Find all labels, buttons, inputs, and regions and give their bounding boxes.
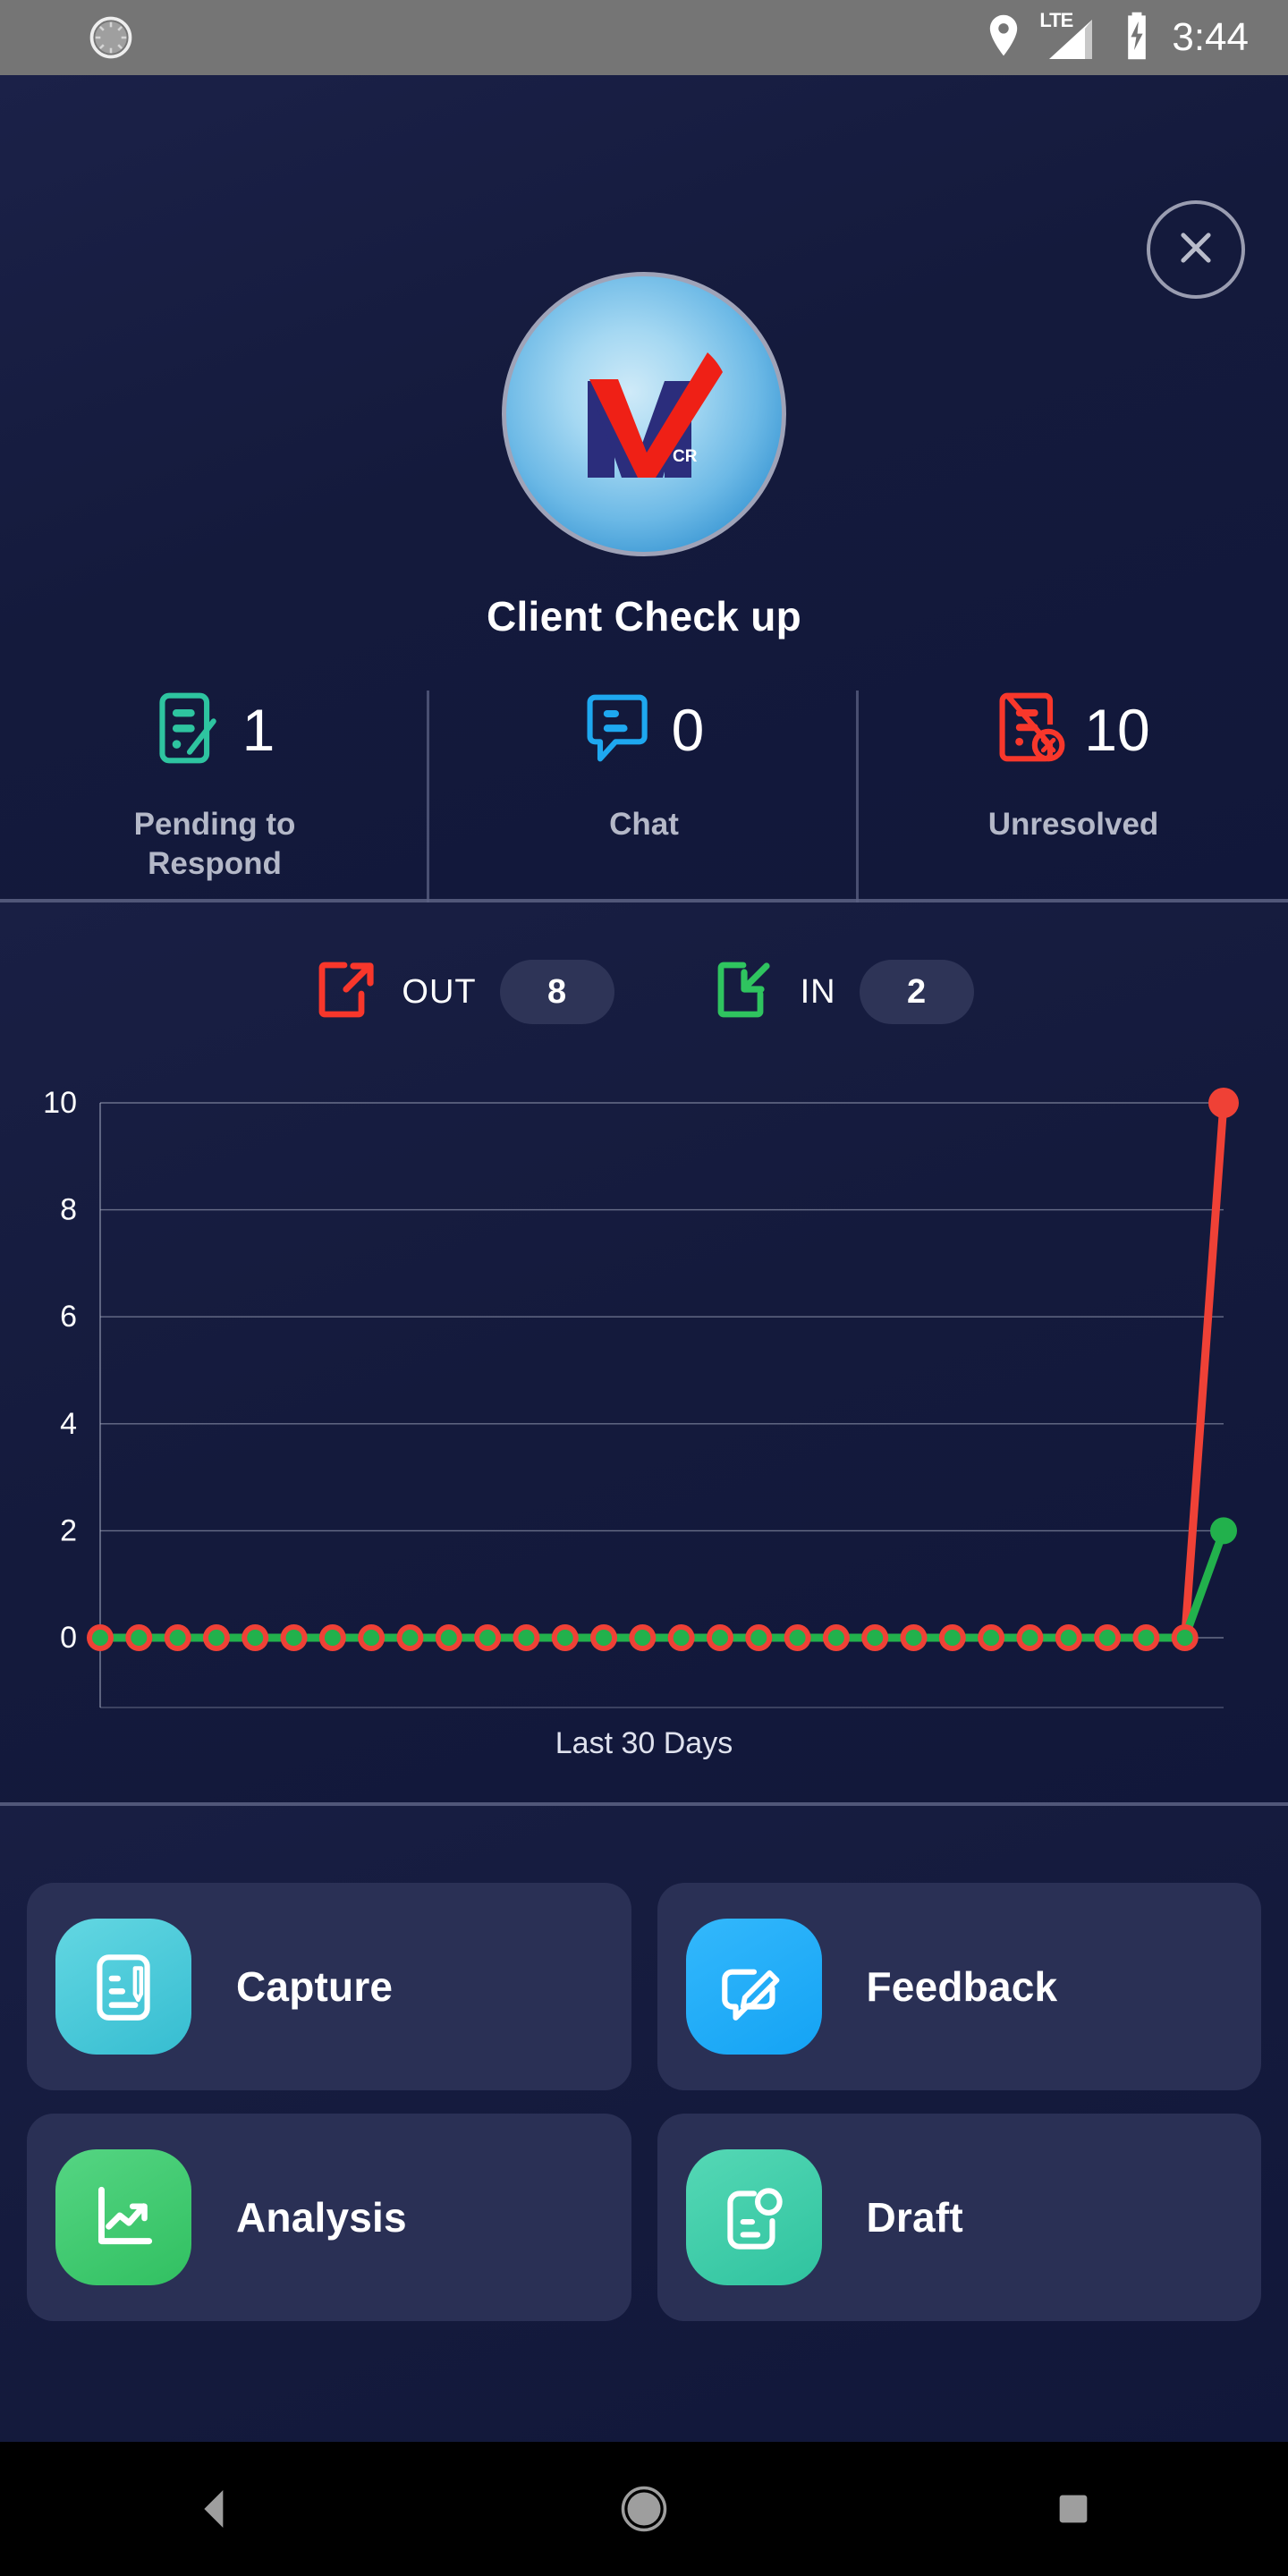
- chart-canvas: 0 2 4 6 8 10: [43, 1086, 1239, 1708]
- chart-data-point: [556, 1630, 573, 1646]
- action-card-label: Capture: [236, 1963, 394, 2010]
- traffic-summary-row: OUT 8 IN 2: [0, 943, 1288, 1041]
- y-axis-tick-label: 2: [60, 1513, 77, 1547]
- traffic-out-group[interactable]: OUT 8: [314, 958, 614, 1027]
- y-axis-tick-label: 8: [60, 1193, 77, 1227]
- traffic-in-label: IN: [800, 972, 836, 1011]
- action-card-label: Feedback: [866, 1963, 1058, 2010]
- header-panel: CR Client Check up 1 Pending to Respond …: [0, 75, 1288, 943]
- chart-data-point: [867, 1630, 884, 1646]
- stat-value-row: 0: [584, 676, 705, 784]
- y-axis-tick-label: 0: [60, 1621, 77, 1655]
- action-card-label: Draft: [866, 2194, 963, 2241]
- document-x-icon: [996, 691, 1066, 770]
- stat-label: Unresolved: [987, 807, 1159, 842]
- stat-value-row: 10: [996, 676, 1150, 784]
- chart-data-point: [518, 1630, 535, 1646]
- stat-label: Pending to Respond: [133, 807, 296, 881]
- signal-bars-icon: LTE: [1039, 9, 1102, 63]
- nav-recents-icon[interactable]: [1020, 2455, 1127, 2563]
- mcr-logo-icon: CR: [502, 272, 786, 556]
- chart-data-point: [1210, 1517, 1237, 1545]
- android-navigation-bar: [0, 2442, 1288, 2576]
- action-card-feedback[interactable]: Feedback: [657, 1883, 1261, 2090]
- sync-spinner-icon: [86, 13, 136, 63]
- chart-data-point: [92, 1630, 108, 1646]
- traffic-in-group[interactable]: IN 2: [713, 958, 974, 1027]
- action-card-label: Analysis: [236, 2194, 407, 2241]
- status-bar-right: LTE 3:44: [644, 9, 1288, 64]
- chart-data-point: [479, 1630, 496, 1646]
- nav-back-icon[interactable]: [161, 2455, 268, 2563]
- chart-data-point: [324, 1630, 341, 1646]
- page-title: Client Check up: [486, 593, 802, 640]
- chart-data-point: [673, 1630, 690, 1646]
- chart-panel: OUT 8 IN 2 0 2 4 6 8 10: [0, 902, 1288, 1802]
- y-axis-tick-label: 6: [60, 1300, 77, 1334]
- logo-sub-label: CR: [673, 447, 698, 466]
- capture-document-pencil-icon: [55, 1919, 191, 2055]
- nav-home-icon[interactable]: [590, 2455, 698, 2563]
- action-cards-grid: Capture Feedback Analysis Draft: [0, 1806, 1288, 2442]
- chart-data-point: [1208, 1088, 1239, 1118]
- document-edit-icon: [155, 691, 225, 770]
- chart-data-point: [131, 1630, 148, 1646]
- action-card-draft[interactable]: Draft: [657, 2114, 1261, 2321]
- chart-x-axis-caption: Last 30 Days: [555, 1726, 733, 1760]
- stat-value: 10: [1084, 697, 1150, 763]
- location-pin-icon: [984, 13, 1023, 63]
- stat-value: 1: [242, 697, 275, 763]
- chart-data-point: [402, 1630, 419, 1646]
- stat-value: 0: [671, 697, 705, 763]
- traffic-in-value: 2: [859, 960, 974, 1024]
- status-bar: LTE 3:44: [0, 0, 1288, 75]
- close-icon: [1173, 225, 1219, 275]
- battery-charging-icon: [1122, 12, 1152, 64]
- chart-data-point: [208, 1630, 225, 1646]
- chart-data-point: [1099, 1630, 1116, 1646]
- chart-series-line: [96, 1526, 1228, 1642]
- chat-bubble-icon: [584, 691, 654, 770]
- chart-data-point: [1138, 1630, 1155, 1646]
- chart-data-point: [905, 1630, 922, 1646]
- chart-data-point: [285, 1630, 302, 1646]
- network-type-label: LTE: [1039, 9, 1073, 31]
- chart-data-point: [789, 1630, 806, 1646]
- action-card-capture[interactable]: Capture: [27, 1883, 631, 2090]
- chart-data-point: [827, 1630, 844, 1646]
- analysis-chart-icon: [55, 2149, 191, 2285]
- draft-document-icon: [685, 2149, 822, 2285]
- chart-data-point: [363, 1630, 380, 1646]
- chart-data-point: [983, 1630, 1000, 1646]
- arrow-out-icon: [314, 958, 378, 1027]
- action-card-analysis[interactable]: Analysis: [27, 2114, 631, 2321]
- chart-data-point: [944, 1630, 961, 1646]
- chart-data-point: [1176, 1630, 1193, 1646]
- app-screen: LTE 3:44 CR Client Check up 1 Pending to…: [0, 0, 1288, 2576]
- chart-data-point: [596, 1630, 613, 1646]
- status-bar-clock: 3:44: [1172, 15, 1249, 59]
- traffic-out-label: OUT: [402, 972, 477, 1011]
- traffic-out-value: 8: [499, 960, 614, 1024]
- chart-data-point: [247, 1630, 264, 1646]
- y-axis-tick-label: 4: [60, 1407, 77, 1441]
- stat-value-row: 1: [155, 676, 275, 784]
- arrow-in-icon: [713, 958, 777, 1027]
- feedback-chat-pencil-icon: [685, 1919, 822, 2055]
- chart-series-line: [96, 1098, 1228, 1642]
- chart-data-point: [711, 1630, 728, 1646]
- y-axis-tick-label: 10: [43, 1086, 77, 1120]
- chart-data-point: [750, 1630, 767, 1646]
- stat-label: Chat: [609, 807, 679, 842]
- chart-data-point: [1021, 1630, 1038, 1646]
- chart-data-point: [1060, 1630, 1077, 1646]
- chart-data-point: [440, 1630, 457, 1646]
- chart-data-point: [169, 1630, 186, 1646]
- chart-data-point: [634, 1630, 651, 1646]
- status-bar-left: [0, 13, 644, 63]
- close-button[interactable]: [1147, 200, 1245, 299]
- line-chart: 0 2 4 6 8 10: [0, 1081, 1288, 1743]
